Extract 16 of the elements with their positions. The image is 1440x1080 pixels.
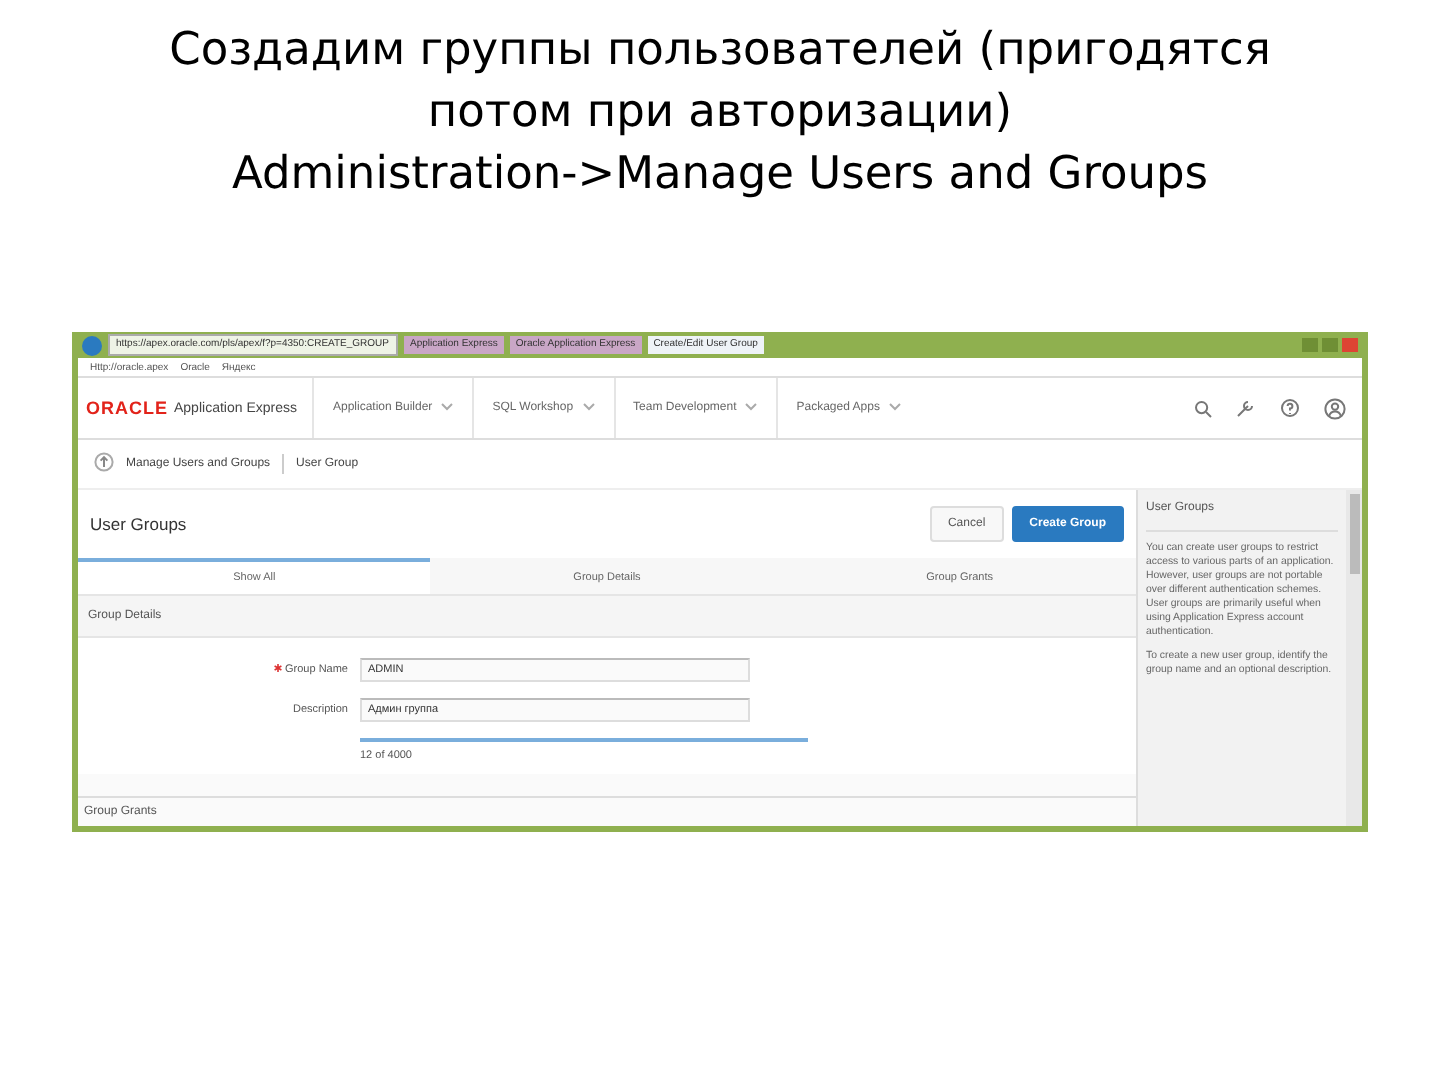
wrench-icon[interactable] (1236, 399, 1256, 417)
chevron-icon (744, 401, 759, 415)
up-arrow-icon[interactable] (94, 452, 114, 472)
region-title: User Groups (90, 514, 187, 534)
chevron-icon (581, 401, 596, 415)
chevron-icon (887, 401, 902, 415)
slide-title-line: потом при авторизации) (427, 84, 1013, 142)
back-button[interactable] (82, 335, 102, 355)
slide-title-line: Создадим группы пользователей (пригодятся (169, 22, 1271, 80)
chevron-icon (440, 401, 455, 415)
scrollbar[interactable] (1346, 490, 1362, 826)
help-icon[interactable] (1280, 398, 1300, 418)
search-icon[interactable] (1194, 399, 1212, 417)
slide-title-line: Administration->Manage Users and Groups (231, 146, 1208, 204)
oracle-logo: ORACLE (86, 398, 168, 418)
user-icon[interactable] (1324, 397, 1346, 419)
